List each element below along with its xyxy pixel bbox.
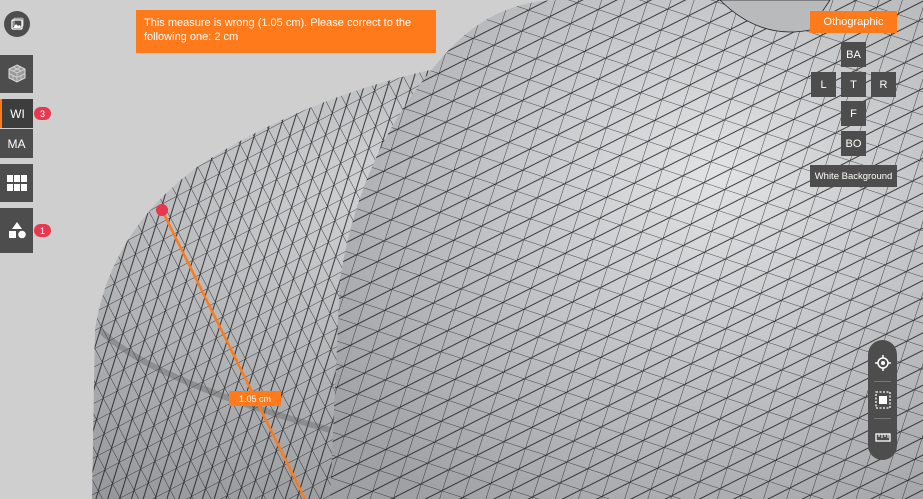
ruler-icon [874, 433, 891, 442]
wi-count-badge: 3 [34, 107, 51, 120]
tool-panel [868, 340, 897, 460]
feedback-message: This measure is wrong (1.05 cm). Please … [136, 10, 436, 53]
ruler-button[interactable] [868, 422, 897, 452]
projection-toggle-button[interactable]: Othographic [810, 11, 897, 33]
shapes-icon [8, 221, 26, 238]
sidebar-item-mesh[interactable] [0, 55, 33, 93]
sidebar-item-layout[interactable] [0, 164, 33, 202]
view-back-button[interactable]: BA [841, 42, 866, 67]
gallery-icon [11, 17, 24, 30]
sidebar-item-ma[interactable]: MA [0, 129, 33, 158]
view-left-button[interactable]: L [811, 72, 836, 97]
grid-layout-icon [6, 175, 27, 191]
sidebar-item-shapes[interactable] [0, 208, 33, 253]
view-front-button[interactable]: F [841, 101, 866, 126]
fit-frame-button[interactable] [868, 385, 897, 415]
locate-button[interactable] [868, 348, 897, 378]
locate-icon [874, 355, 891, 371]
mesh-cube-icon [8, 64, 25, 83]
sidebar-item-label: WI [10, 106, 25, 121]
view-top-button[interactable]: T [841, 72, 866, 97]
fit-frame-icon [874, 391, 891, 409]
sidebar-item-wi[interactable]: WI [0, 99, 33, 128]
3d-viewport[interactable] [0, 0, 923, 499]
shapes-count-badge: 1 [34, 224, 51, 237]
sidebar-item-label: MA [7, 136, 26, 151]
measurement-label[interactable]: 1.05 cm [229, 391, 281, 406]
view-right-button[interactable]: R [871, 72, 896, 97]
white-background-button[interactable]: White Background [810, 165, 897, 187]
view-bottom-button[interactable]: BO [841, 131, 866, 156]
gallery-button[interactable] [4, 11, 30, 37]
measurement-point[interactable] [156, 204, 168, 216]
